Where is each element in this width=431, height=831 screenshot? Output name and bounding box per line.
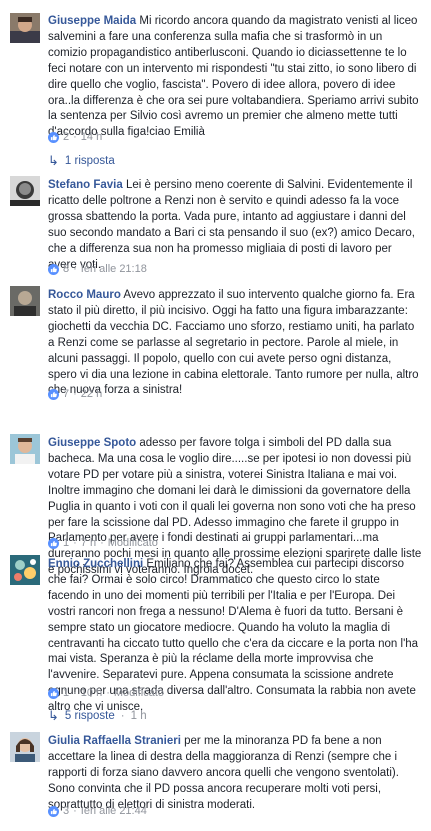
comment-text: adesso per favore tolga i simboli del PD… — [48, 437, 422, 577]
like-icon — [48, 388, 59, 400]
like-icon — [48, 805, 59, 817]
like-icon — [48, 131, 59, 143]
replies-label[interactable]: 1 risposta — [65, 155, 115, 167]
like-icon — [48, 263, 59, 275]
like-icon — [48, 537, 59, 549]
avatar[interactable] — [10, 176, 40, 206]
comment-author[interactable]: Giulia Raffaella Stranieri — [48, 735, 181, 747]
like-count[interactable]: 1 — [63, 687, 69, 699]
like-count[interactable]: 2 — [63, 131, 69, 143]
like-count[interactable]: 3 — [63, 805, 69, 817]
comment-time[interactable]: Ieri alle 21:44 — [81, 805, 147, 817]
like-icon — [48, 687, 59, 699]
view-replies-link[interactable]: ↳ 1 risposta — [48, 153, 115, 169]
comment-meta: 1 · 10 h · Modificato — [48, 687, 164, 699]
comment-text: Avevo apprezzato il suo intervento qualc… — [48, 289, 419, 397]
view-replies-link[interactable]: ↳ 5 risposte · 1 h — [48, 708, 147, 724]
comment-text: Mi ricordo ancora quando da magistrato v… — [48, 15, 419, 139]
comment-time[interactable]: 7 h — [81, 537, 96, 549]
edited-label[interactable]: Modificato — [114, 687, 164, 699]
comment-author[interactable]: Giuseppe Maida — [48, 15, 136, 27]
comment-meta: 1 · 7 h · Modificato — [48, 537, 158, 549]
edited-label[interactable]: Modificato — [108, 537, 158, 549]
comment-time[interactable]: 10 h — [81, 687, 102, 699]
like-count[interactable]: 1 — [63, 537, 69, 549]
avatar[interactable] — [10, 555, 40, 585]
comment-meta: 3 · Ieri alle 21:44 — [48, 805, 147, 817]
comment-time[interactable]: 22 h — [81, 388, 102, 400]
comment-text: Lei è persino meno coerente di Salvini. … — [48, 179, 415, 271]
avatar[interactable] — [10, 732, 40, 762]
comment-time[interactable]: Ieri alle 21:18 — [81, 263, 147, 275]
comment-time[interactable]: 14 h — [81, 131, 102, 143]
comment-author[interactable]: Giuseppe Spoto — [48, 437, 136, 449]
comment-author[interactable]: Ennio Zucchellini — [48, 558, 143, 570]
comment-meta: 8 · Ieri alle 21:18 — [48, 263, 147, 275]
replies-label[interactable]: 5 risposte — [65, 710, 115, 722]
comment-author[interactable]: Rocco Mauro — [48, 289, 121, 301]
avatar[interactable] — [10, 286, 40, 316]
like-count[interactable]: 8 — [63, 263, 69, 275]
avatar[interactable] — [10, 434, 40, 464]
comment-author[interactable]: Stefano Favia — [48, 179, 123, 191]
reply-arrow-icon: ↳ — [48, 153, 59, 168]
like-count[interactable]: 7 — [63, 388, 69, 400]
comment-meta: 7 · 22 h — [48, 388, 102, 400]
comment-meta: 2 · 14 h — [48, 131, 102, 143]
reply-arrow-icon: ↳ — [48, 708, 59, 723]
avatar[interactable] — [10, 13, 40, 43]
reply-time: 1 h — [130, 710, 147, 722]
